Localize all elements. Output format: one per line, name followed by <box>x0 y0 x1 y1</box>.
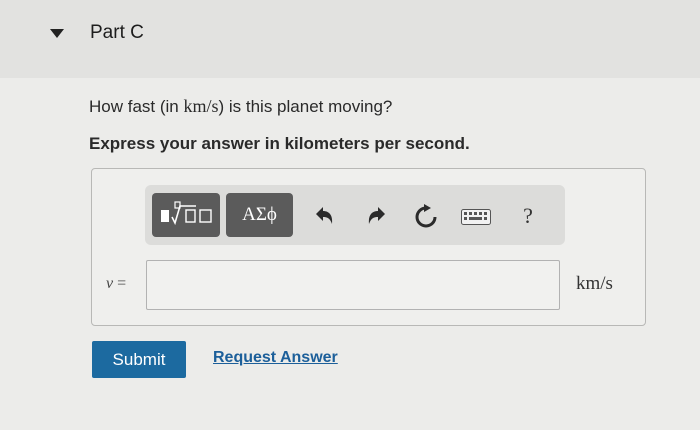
templates-icon <box>161 201 212 226</box>
answer-instruction: Express your answer in kilometers per se… <box>89 134 470 153</box>
redo-button[interactable] <box>363 202 391 230</box>
question-suffix: ) is this planet moving? <box>218 97 393 116</box>
redo-icon <box>368 207 385 224</box>
question-unit: km/s <box>183 96 219 116</box>
reset-button[interactable] <box>411 202 441 232</box>
keyboard-button[interactable] <box>461 206 491 228</box>
question-text: How fast (in km/s) is this planet moving… <box>89 96 392 117</box>
request-answer-link[interactable]: Request Answer <box>213 349 338 367</box>
submit-button[interactable]: Submit <box>92 341 186 378</box>
equals-sign: = <box>117 275 127 292</box>
undo-icon <box>316 207 333 224</box>
question-prefix: How fast (in <box>89 97 184 116</box>
help-button[interactable]: ? <box>516 202 540 230</box>
variable-symbol: v <box>106 275 114 292</box>
collapse-triangle-icon[interactable] <box>50 29 64 38</box>
greek-symbols-icon: ΑΣϕ <box>242 204 277 225</box>
part-title: Part C <box>90 22 144 43</box>
templates-button[interactable] <box>152 193 220 237</box>
reset-icon <box>415 204 437 228</box>
answer-input[interactable] <box>146 260 560 310</box>
variable-label: v = <box>106 275 126 293</box>
help-icon: ? <box>523 203 533 228</box>
undo-button[interactable] <box>310 202 338 230</box>
greek-symbols-button[interactable]: ΑΣϕ <box>226 193 293 237</box>
answer-unit: km/s <box>576 273 613 294</box>
keyboard-icon <box>461 209 491 225</box>
